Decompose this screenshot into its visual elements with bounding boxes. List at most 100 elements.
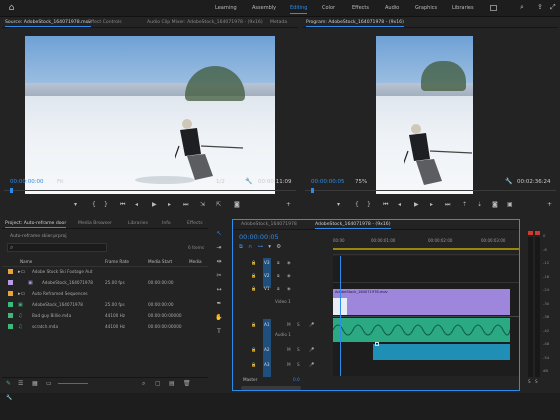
home-icon[interactable]: ⌂ — [6, 3, 17, 14]
column-media-start[interactable]: Media Start — [148, 259, 172, 264]
comparison-view-icon[interactable]: ▣ — [507, 201, 513, 208]
tab-effect-controls[interactable]: Effect Controls — [88, 20, 122, 25]
go-to-out-icon[interactable]: ⏭ — [183, 201, 188, 209]
master-volume[interactable]: 0.0 — [293, 377, 300, 382]
label-color-swatch[interactable] — [8, 269, 13, 274]
workspace-audio[interactable]: Audio — [385, 5, 399, 11]
lock-icon[interactable]: 🔒 — [251, 260, 256, 266]
source-timecode-in[interactable]: 00:00:00:00 — [10, 179, 44, 185]
timeline-ruler[interactable]: 00:00 00:00:01:00 00:00:02:00 00:00:03:0… — [333, 233, 519, 255]
program-zoom-select[interactable]: 75% — [355, 179, 367, 185]
sync-lock-icon[interactable]: ⧈ — [277, 260, 280, 265]
label-color-swatch[interactable] — [8, 302, 13, 307]
project-item-row[interactable]: ▸▭ Adobe Stock Ski Footage Aut — [2, 267, 208, 276]
program-scrub-bar[interactable] — [305, 190, 556, 191]
hand-tool-icon[interactable]: ✋ — [214, 313, 224, 322]
search-icon[interactable]: ⌕ — [520, 3, 524, 12]
lift-icon[interactable]: ⇡ — [462, 201, 467, 208]
marker-icon[interactable]: ▾ — [74, 201, 77, 208]
workspace-effects[interactable]: Effects — [352, 5, 369, 11]
workspace-assembly[interactable]: Assembly — [252, 5, 276, 11]
mark-out-icon[interactable]: } — [104, 201, 108, 208]
clip-indicator[interactable] — [535, 231, 540, 235]
tab-libraries[interactable]: Libraries — [128, 221, 148, 226]
work-area-bar[interactable] — [333, 248, 519, 250]
new-item-icon[interactable]: ▤ — [169, 380, 175, 387]
project-item-row[interactable]: ▸▭ Auto Reframed Sequences — [2, 289, 208, 298]
column-frame-rate[interactable]: Frame Rate — [105, 259, 129, 264]
slip-tool-icon[interactable]: ↔ — [214, 285, 224, 294]
sync-lock-icon[interactable]: ⧈ — [277, 273, 280, 278]
tab-source[interactable]: Source: AdobeStock_164071978.mov — [5, 20, 92, 27]
add-marker-icon[interactable]: ▾ — [268, 244, 271, 250]
source-resolution-select[interactable]: 1/2 — [216, 179, 225, 185]
timeline-timecode[interactable]: 00:00:00:05 — [239, 233, 279, 241]
mark-in-icon[interactable]: { — [92, 201, 96, 208]
lock-icon[interactable]: 🔒 — [251, 273, 256, 279]
program-playhead[interactable] — [311, 188, 314, 193]
export-frame-icon[interactable]: ◙ — [234, 201, 240, 208]
tracks-area[interactable]: AdobeStock_164071978.mov — [333, 256, 519, 376]
tab-sequence-original[interactable]: AdobeStock_164071978 — [241, 222, 297, 227]
project-item-row[interactable]: ▣ AdobeStock_164071978 25.00 fps 00:00:00:0… — [2, 278, 208, 287]
wrench-icon[interactable]: 🔧 — [505, 178, 512, 185]
mark-out-icon[interactable]: } — [367, 201, 371, 208]
mic-icon[interactable]: 🎤 — [309, 347, 314, 353]
go-to-in-icon[interactable]: ⏮ — [383, 201, 388, 209]
new-bin-icon[interactable]: ▢ — [155, 380, 161, 387]
type-tool-icon[interactable]: T — [214, 327, 224, 336]
source-video-frame[interactable] — [25, 36, 275, 194]
timeline-zoom-scrollbar[interactable] — [241, 386, 301, 390]
workspace-libraries[interactable]: Libraries — [452, 5, 474, 11]
workspace-learning[interactable]: Learning — [215, 5, 237, 11]
track-a2-label[interactable]: A2 — [264, 347, 270, 352]
mute-button[interactable]: M — [287, 347, 291, 352]
source-scrub-bar[interactable] — [4, 190, 296, 191]
tab-project[interactable]: Project: Auto-reframe door — [5, 221, 67, 228]
tab-audio-clip-mixer[interactable]: Audio Clip Mixer: AdobeStock_164071978 -… — [147, 20, 263, 25]
go-to-in-icon[interactable]: ⏮ — [120, 201, 125, 209]
column-media[interactable]: Media — [189, 259, 202, 264]
play-icon[interactable]: ▶ — [414, 201, 419, 208]
audio-clip-a2[interactable] — [373, 342, 510, 360]
add-button-icon[interactable]: + — [547, 201, 552, 208]
razor-tool-icon[interactable]: ✂ — [214, 271, 224, 280]
solo-button[interactable]: S — [297, 322, 300, 327]
eye-icon[interactable]: ◉ — [287, 286, 291, 291]
tab-program[interactable]: Program: AdobeStock_164071978 - (9x16) — [306, 20, 404, 27]
marker-icon[interactable]: ▾ — [337, 201, 340, 208]
mute-button[interactable]: M — [287, 362, 291, 367]
tab-media-browser[interactable]: Media Browser — [78, 221, 112, 226]
label-color-swatch[interactable] — [8, 324, 13, 329]
play-icon[interactable]: ▶ — [152, 201, 157, 208]
project-item-row[interactable]: ♫ Bad guy Billie.m4a 44100 Hz 00:00:00:0000… — [2, 311, 208, 320]
step-back-icon[interactable]: ◂ — [135, 201, 138, 208]
eye-icon[interactable]: ◉ — [287, 273, 291, 278]
overwrite-icon[interactable]: ⇱ — [216, 201, 221, 208]
mic-icon[interactable]: 🎤 — [309, 362, 314, 368]
label-color-swatch[interactable] — [8, 313, 13, 318]
list-view-icon[interactable]: ☰ — [18, 380, 23, 387]
tab-effects[interactable]: Effects — [187, 221, 203, 226]
step-back-icon[interactable]: ◂ — [398, 201, 401, 208]
eye-icon[interactable]: ◉ — [287, 260, 291, 265]
tab-metadata[interactable]: Metada — [270, 20, 287, 25]
workspace-editing[interactable]: Editing — [290, 5, 308, 14]
go-to-out-icon[interactable]: ⏭ — [445, 201, 450, 209]
mark-in-icon[interactable]: { — [355, 201, 359, 208]
audio-clip-a1[interactable] — [333, 318, 510, 342]
solo-button[interactable]: S — [297, 362, 300, 367]
label-color-swatch[interactable] — [8, 291, 13, 296]
linked-selection-icon[interactable]: ⊶ — [257, 244, 263, 250]
project-item-row[interactable]: ▣ AdobeStock_164071978 25.00 fps 00:00:00:0… — [2, 300, 208, 309]
freeform-view-icon[interactable]: ▭ — [46, 380, 52, 387]
project-search-input[interactable]: ⌕ — [7, 243, 107, 252]
lock-icon[interactable]: 🔒 — [251, 286, 256, 292]
add-button-icon[interactable]: + — [286, 201, 291, 208]
label-color-swatch[interactable] — [8, 280, 13, 285]
snap-icon[interactable]: ∩ — [248, 244, 252, 250]
lock-icon[interactable]: 🔒 — [251, 322, 256, 328]
track-v1-label[interactable]: V1 — [264, 286, 270, 291]
solo-button[interactable]: S — [297, 347, 300, 352]
program-video-frame[interactable] — [376, 36, 473, 194]
